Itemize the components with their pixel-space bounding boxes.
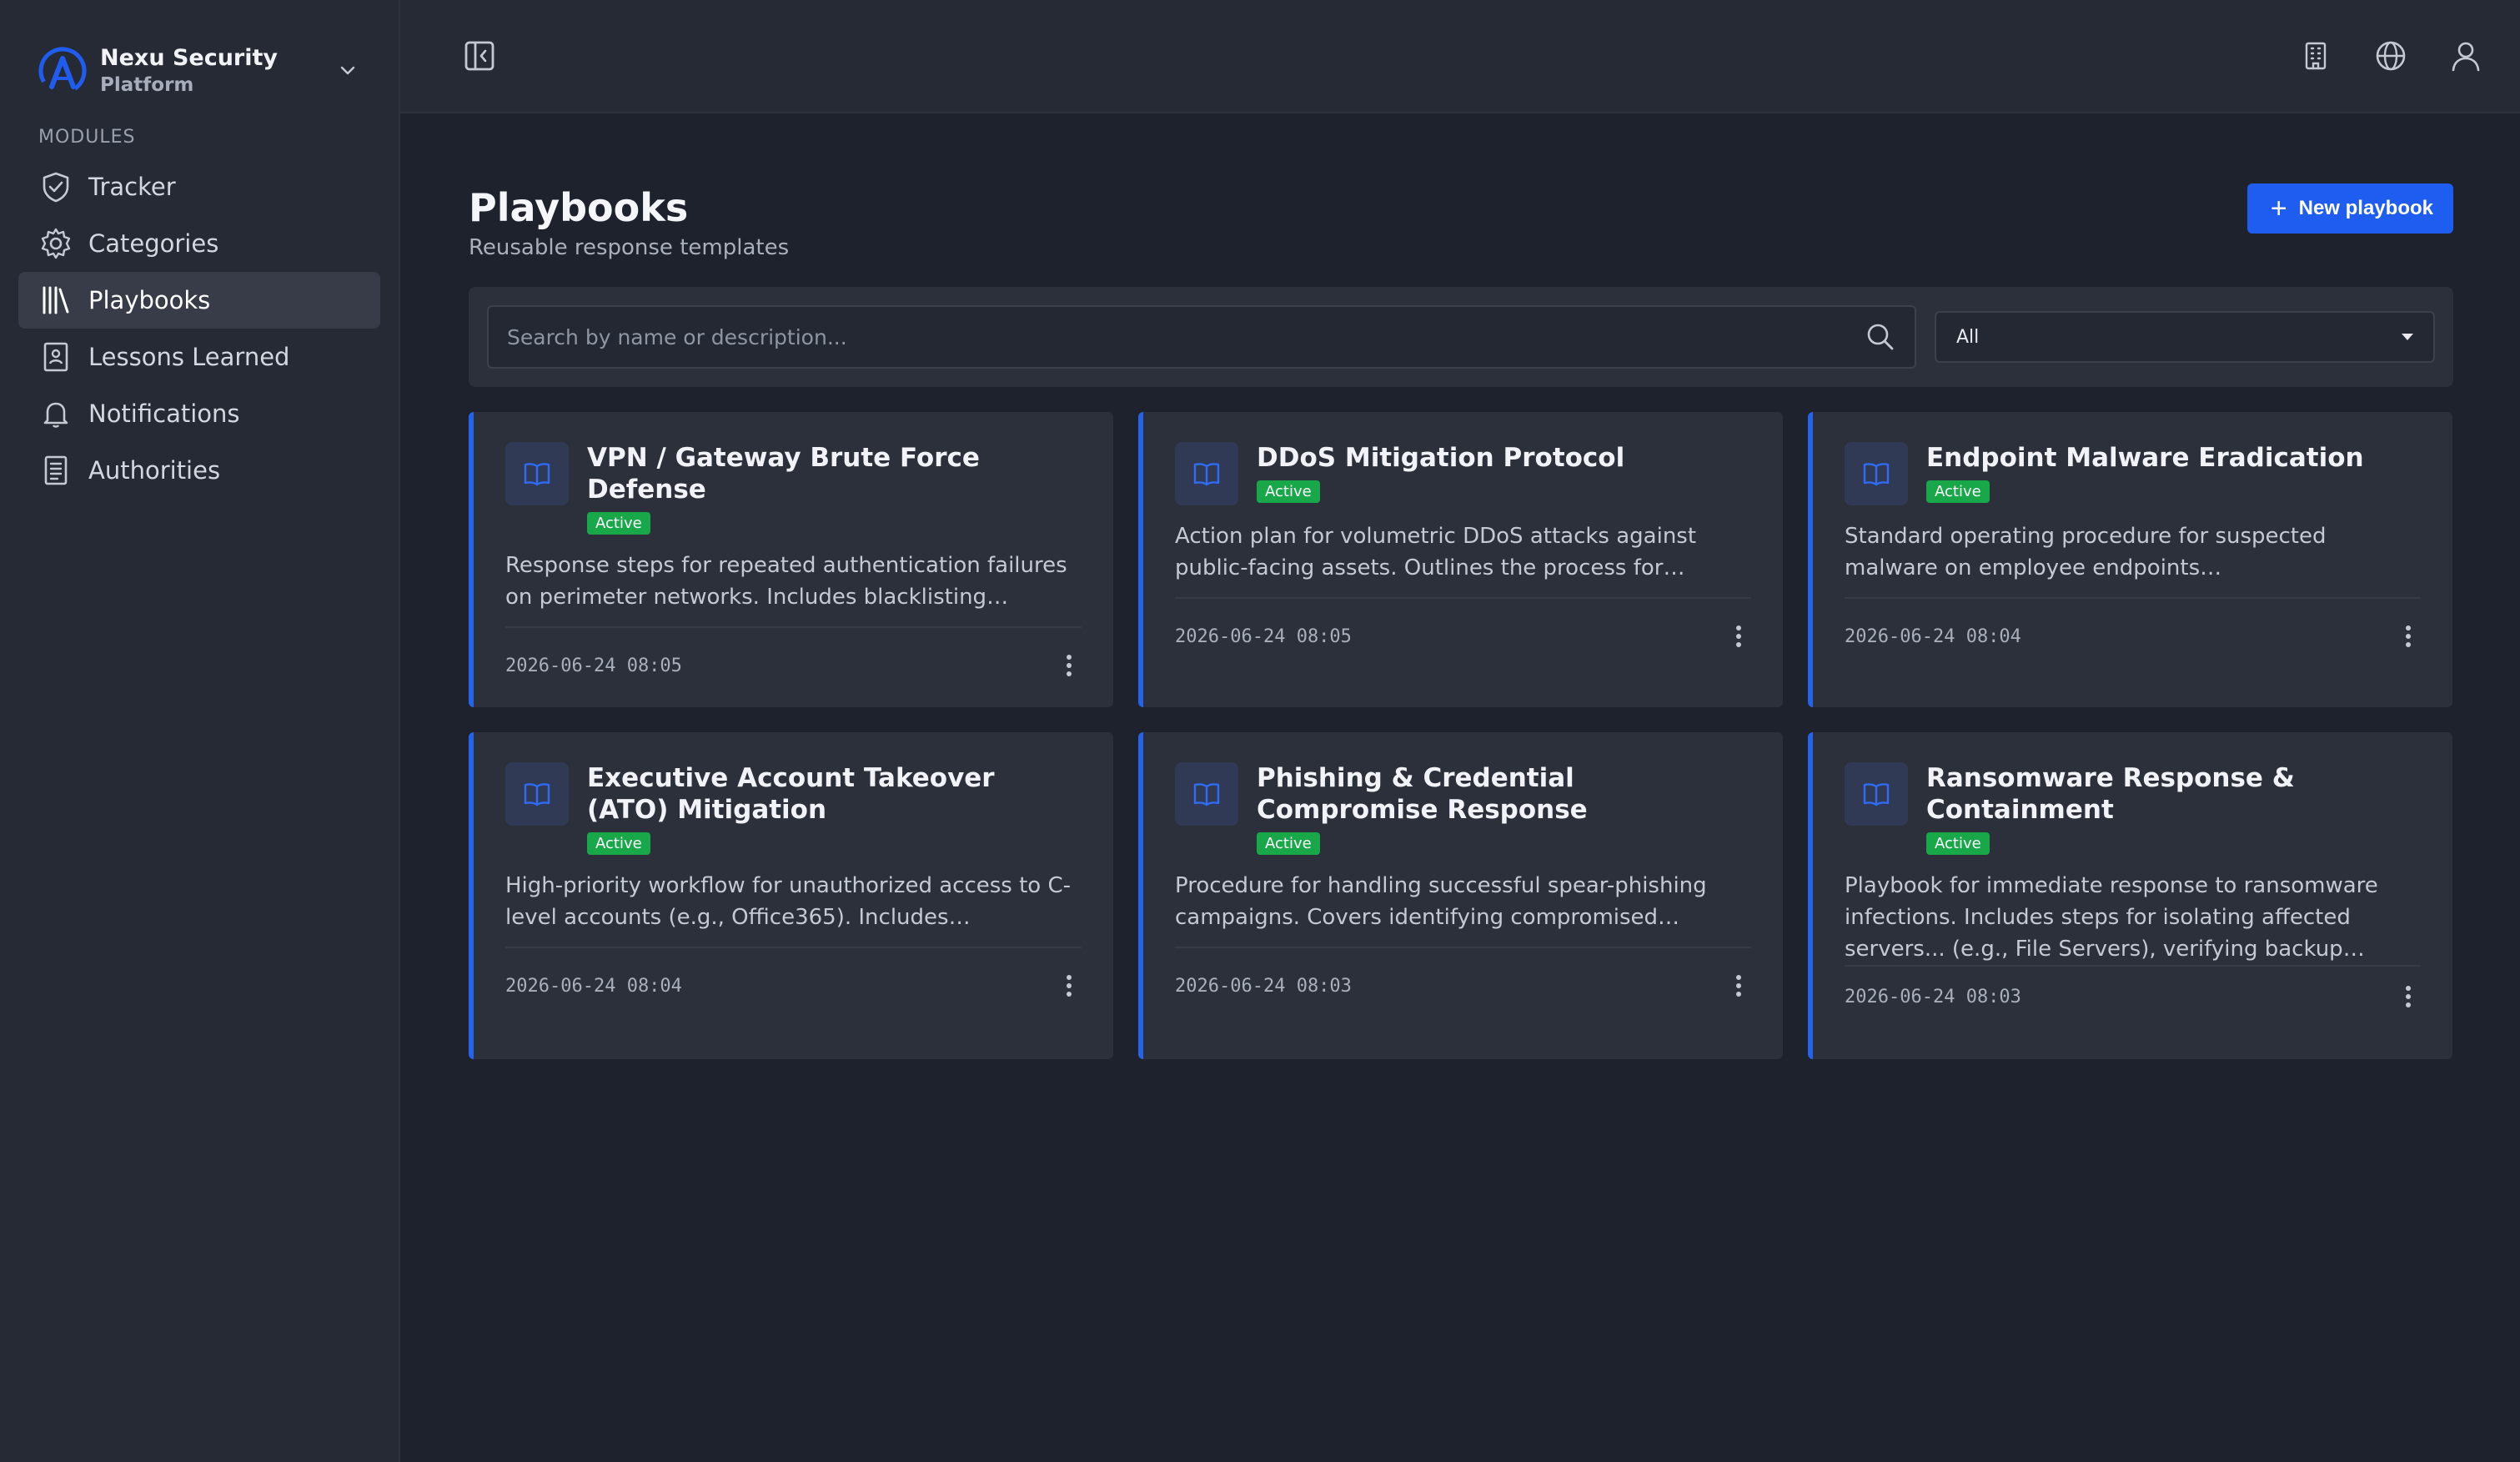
search-box <box>487 305 1916 369</box>
sidebar-item-lessons-learned[interactable]: Lessons Learned <box>18 329 380 385</box>
globe-icon <box>2376 41 2406 71</box>
caret-down-icon <box>2402 334 2413 340</box>
status-filter-value: All <box>1956 326 1980 348</box>
sidebar-item-playbooks[interactable]: Playbooks <box>18 272 380 329</box>
playbook-date: 2026-06-24 08:04 <box>1845 625 2021 647</box>
playbook-date: 2026-06-24 08:03 <box>1175 975 1352 997</box>
panel-collapse-icon <box>464 41 494 71</box>
playbook-card[interactable]: Ransomware Response & Containment Active… <box>1808 732 2452 1059</box>
book-open-icon <box>1845 762 1908 826</box>
topbar <box>400 0 2520 113</box>
language-button[interactable] <box>2370 35 2412 77</box>
more-options-icon[interactable] <box>1057 649 1082 682</box>
book-open-icon <box>1175 442 1238 505</box>
playbook-date: 2026-06-24 08:04 <box>505 975 682 997</box>
new-playbook-button[interactable]: + New playbook <box>2246 183 2453 234</box>
more-options-icon[interactable] <box>1057 969 1082 1002</box>
library-icon <box>38 283 73 318</box>
brand-logo-icon <box>38 47 87 95</box>
book-open-icon <box>505 762 569 826</box>
status-badge: Active <box>1926 480 1990 503</box>
user-icon <box>2452 42 2480 72</box>
plus-icon: + <box>2270 193 2287 224</box>
bell-icon <box>38 396 73 431</box>
playbook-title[interactable]: Ransomware Response & Containment <box>1926 762 2421 826</box>
brand-name: Nexu Security <box>100 45 279 71</box>
modules-section-label: MODULES <box>38 127 136 148</box>
status-badge: Active <box>1926 832 1990 855</box>
playbook-grid: VPN / Gateway Brute Force Defense Active… <box>469 412 2453 1059</box>
contact-book-icon <box>38 339 73 374</box>
gear-icon <box>38 226 73 261</box>
more-options-icon[interactable] <box>2396 620 2421 653</box>
playbook-description: High-priority workflow for unauthorized … <box>505 873 1072 930</box>
playbooks-page: Playbooks Reusable response templates + … <box>400 113 2520 1059</box>
shield-check-icon <box>38 169 73 204</box>
playbook-date: 2026-06-24 08:05 <box>505 655 682 676</box>
status-badge: Active <box>587 832 650 855</box>
playbook-title[interactable]: Executive Account Takeover (ATO) Mitigat… <box>587 762 1082 826</box>
playbook-description: Response steps for repeated authenticati… <box>505 553 1067 610</box>
status-badge: Active <box>1257 480 1320 503</box>
more-options-icon[interactable] <box>1726 969 1751 1002</box>
user-menu-button[interactable] <box>2445 35 2487 77</box>
more-options-icon[interactable] <box>2396 980 2421 1013</box>
sidebar-item-authorities[interactable]: Authorities <box>18 442 380 499</box>
playbook-card[interactable]: Endpoint Malware Eradication Active Stan… <box>1808 412 2452 707</box>
playbook-description: Procedure for handling successful spear-… <box>1175 873 1707 930</box>
playbook-title[interactable]: Phishing & Credential Compromise Respons… <box>1257 762 1751 826</box>
sidebar-toggle-button[interactable] <box>459 35 500 77</box>
main-area: Playbooks Reusable response templates + … <box>400 0 2520 1462</box>
page-subtitle: Reusable response templates <box>469 235 790 260</box>
status-badge: Active <box>1257 832 1320 855</box>
building-icon <box>2305 42 2327 70</box>
new-playbook-label: New playbook <box>2298 197 2433 219</box>
sidebar-item-tracker[interactable]: Tracker <box>18 158 380 215</box>
document-list-icon <box>38 453 73 488</box>
playbook-title[interactable]: DDoS Mitigation Protocol <box>1257 442 1751 474</box>
filter-bar: All <box>469 287 2453 387</box>
sidebar-nav: Tracker Categories Playbooks Lessons Lea… <box>0 158 399 499</box>
more-options-icon[interactable] <box>1726 620 1751 653</box>
playbook-date: 2026-06-24 08:05 <box>1175 625 1352 647</box>
search-icon[interactable] <box>1865 321 1896 353</box>
search-input[interactable] <box>507 324 1865 349</box>
brand-switcher[interactable]: Nexu Security Platform <box>0 0 399 112</box>
playbook-description: Playbook for immediate response to ranso… <box>1845 873 2378 962</box>
playbook-card[interactable]: DDoS Mitigation Protocol Active Action p… <box>1138 412 1783 707</box>
sidebar-item-notifications[interactable]: Notifications <box>18 385 380 442</box>
playbook-description: Action plan for volumetric DDoS attacks … <box>1175 524 1697 580</box>
status-filter-select[interactable]: All <box>1935 311 2435 363</box>
sidebar-item-label: Authorities <box>88 456 221 485</box>
playbook-title[interactable]: Endpoint Malware Eradication <box>1926 442 2421 474</box>
sidebar-item-label: Tracker <box>88 173 176 201</box>
sidebar-item-label: Playbooks <box>88 286 211 314</box>
playbook-card[interactable]: Executive Account Takeover (ATO) Mitigat… <box>469 732 1113 1059</box>
playbook-card[interactable]: VPN / Gateway Brute Force Defense Active… <box>469 412 1113 707</box>
sidebar-item-label: Lessons Learned <box>88 343 290 371</box>
playbook-date: 2026-06-24 08:03 <box>1845 986 2021 1007</box>
sidebar-item-categories[interactable]: Categories <box>18 215 380 272</box>
sidebar-item-label: Categories <box>88 229 219 258</box>
organization-button[interactable] <box>2295 35 2337 77</box>
chevron-down-icon[interactable] <box>335 58 360 83</box>
sidebar-item-label: Notifications <box>88 399 240 428</box>
playbook-title[interactable]: VPN / Gateway Brute Force Defense <box>587 442 1082 505</box>
book-open-icon <box>1845 442 1908 505</box>
book-open-icon <box>1175 762 1238 826</box>
brand-subtitle: Platform <box>100 74 194 96</box>
page-title: Playbooks <box>469 185 689 230</box>
status-badge: Active <box>587 512 650 535</box>
playbook-description: Standard operating procedure for suspect… <box>1845 524 2327 580</box>
sidebar: Nexu Security Platform MODULES Tracker C… <box>0 0 400 1462</box>
playbook-card[interactable]: Phishing & Credential Compromise Respons… <box>1138 732 1783 1059</box>
book-open-icon <box>505 442 569 505</box>
